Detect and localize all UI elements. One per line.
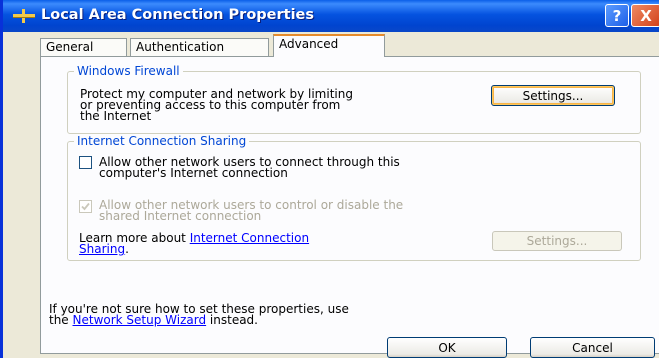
close-icon: X bbox=[640, 6, 652, 25]
allow-connect-checkbox[interactable] bbox=[79, 156, 92, 169]
wizard-hint-line-2: the Network Setup Wizard instead. bbox=[49, 314, 258, 326]
firewall-settings-label: Settings... bbox=[522, 88, 584, 103]
checkmark-icon bbox=[81, 202, 90, 211]
learn-more-suffix: . bbox=[125, 242, 129, 256]
tab-general[interactable]: General bbox=[40, 38, 127, 56]
cancel-button[interactable]: Cancel bbox=[530, 337, 655, 358]
internet-connection-sharing-group: Internet Connection Sharing Allow other … bbox=[67, 134, 641, 261]
help-icon: ? bbox=[612, 6, 622, 25]
window-title: Local Area Connection Properties bbox=[41, 7, 315, 23]
network-connection-icon bbox=[13, 9, 35, 23]
title-bar[interactable]: Local Area Connection Properties ? X bbox=[3, 0, 659, 32]
allow-connect-line-2[interactable]: computer's Internet connection bbox=[99, 167, 288, 179]
help-button[interactable]: ? bbox=[605, 4, 629, 27]
firewall-description-line-3: the Internet bbox=[80, 109, 152, 123]
learn-more-line-2: Sharing. bbox=[79, 243, 129, 255]
ok-label: OK bbox=[438, 340, 456, 355]
properties-dialog: Local Area Connection Properties ? X Gen… bbox=[0, 0, 659, 358]
ics-settings-label: Settings... bbox=[526, 234, 588, 248]
allow-control-checkbox[interactable] bbox=[79, 200, 92, 213]
wizard-hint-prefix: the bbox=[49, 313, 73, 327]
windows-firewall-group: Windows Firewall Protect my computer and… bbox=[67, 64, 641, 134]
ics-help-link[interactable]: Internet Connection bbox=[190, 231, 309, 245]
network-setup-wizard-link[interactable]: Network Setup Wizard bbox=[73, 313, 207, 327]
windows-firewall-legend: Windows Firewall bbox=[74, 64, 183, 78]
wizard-hint-suffix: instead. bbox=[206, 313, 258, 327]
ics-legend: Internet Connection Sharing bbox=[74, 134, 250, 148]
advanced-tab-panel: Windows Firewall Protect my computer and… bbox=[40, 56, 659, 354]
tab-authentication[interactable]: Authentication bbox=[130, 38, 269, 56]
firewall-settings-button[interactable]: Settings... bbox=[491, 85, 615, 106]
ics-help-link-cont[interactable]: Sharing bbox=[79, 242, 125, 256]
ok-button[interactable]: OK bbox=[387, 337, 507, 358]
tab-advanced[interactable]: Advanced bbox=[273, 34, 385, 57]
allow-control-line-2[interactable]: shared Internet connection bbox=[99, 210, 261, 222]
ics-settings-button[interactable]: Settings... bbox=[492, 231, 622, 251]
close-button[interactable]: X bbox=[631, 4, 659, 27]
cancel-label: Cancel bbox=[572, 340, 613, 355]
